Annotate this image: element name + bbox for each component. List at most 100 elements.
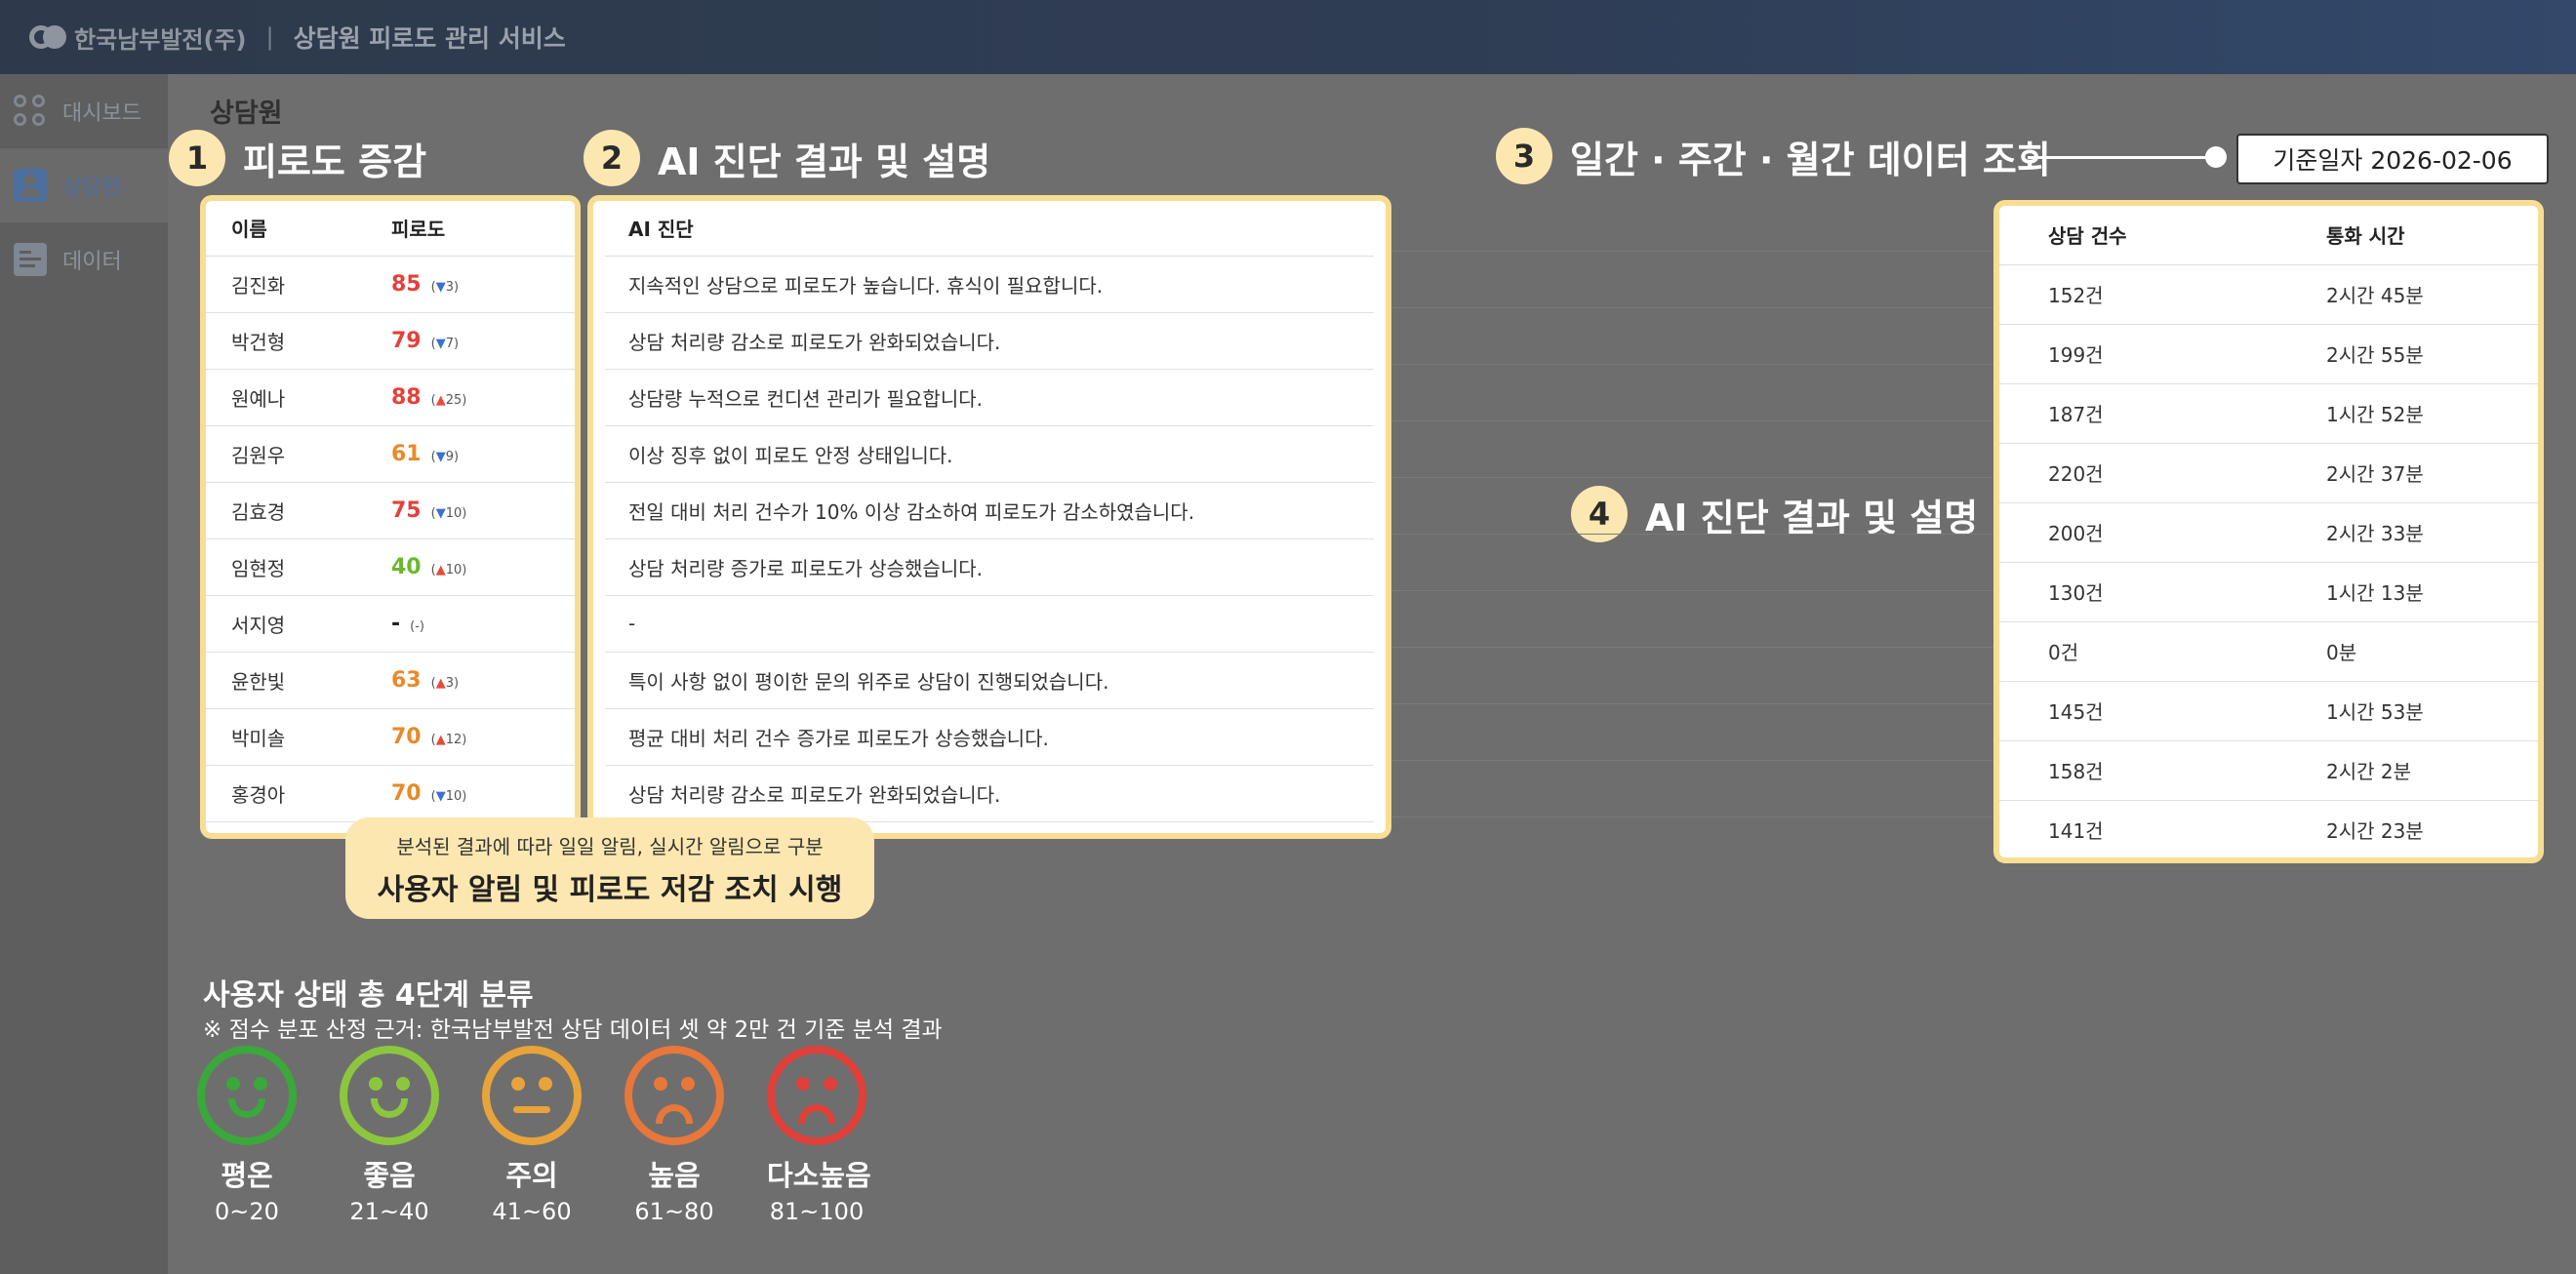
ai-diagnosis-text: 특이 사항 없이 평이한 문의 위주로 상담이 진행되었습니다. bbox=[605, 652, 1374, 709]
counselor-name: 윤한빛 bbox=[206, 652, 391, 709]
column-header-duration[interactable]: 통화 시간 bbox=[2277, 206, 2538, 265]
table-row[interactable]: 199건 2시간 55분 bbox=[1999, 324, 2538, 384]
table-row[interactable]: 158건 2시간 2분 bbox=[1999, 740, 2538, 801]
table-row[interactable]: 상담 처리량 감소로 피로도가 완화되었습니다. bbox=[605, 312, 1374, 370]
table-row[interactable]: 상담 처리량 증가로 피로도가 상승했습니다. bbox=[605, 538, 1374, 596]
table-row[interactable]: 상담 처리량 감소로 피로도가 완화되었습니다. bbox=[605, 765, 1374, 822]
table-row[interactable]: 김효경 75 (▼10) bbox=[206, 482, 575, 539]
table-row[interactable]: 상담량 누적으로 컨디션 관리가 필요합니다. bbox=[605, 369, 1374, 426]
fatigue-cell: 70 (▼10) bbox=[391, 765, 575, 822]
table-row[interactable]: 서지영 - (-) bbox=[206, 595, 575, 653]
change-value: 9 bbox=[445, 449, 454, 464]
consult-count: 130건 bbox=[1999, 562, 2277, 622]
table-row[interactable]: 홍경아 70 (▼10) bbox=[206, 765, 575, 822]
fatigue-change: (▼10) bbox=[430, 505, 467, 521]
column-header-count[interactable]: 상담 건수 bbox=[1999, 206, 2277, 265]
table-row[interactable]: 152건 2시간 45분 bbox=[1999, 264, 2538, 325]
change-direction-icon: ▼ bbox=[435, 505, 446, 521]
smile-face-icon bbox=[197, 1046, 297, 1145]
fatigue-score: 70 bbox=[391, 724, 422, 749]
fatigue-score: 61 bbox=[391, 441, 422, 466]
table-row[interactable]: 220건 2시간 37분 bbox=[1999, 443, 2538, 503]
fatigue-change: (▼7) bbox=[430, 336, 460, 351]
status-level-name: 주의 bbox=[505, 1159, 558, 1192]
fatigue-cell: 40 (▲10) bbox=[391, 538, 575, 596]
table-row[interactable]: 원예나 88 (▲25) bbox=[206, 369, 575, 426]
call-duration: 2시간 23분 bbox=[2277, 800, 2538, 857]
fatigue-change: (▼9) bbox=[430, 449, 460, 464]
change-direction-icon: ▼ bbox=[435, 788, 446, 804]
column-header-ai[interactable]: AI 진단 bbox=[605, 201, 1374, 257]
change-value: 10 bbox=[445, 788, 463, 804]
consult-count: 158건 bbox=[1999, 740, 2277, 801]
fatigue-change: (-) bbox=[410, 618, 424, 634]
table-row[interactable]: - bbox=[605, 595, 1374, 653]
brand-logo-icon bbox=[29, 23, 68, 51]
sidebar-item-data[interactable]: 데이터 bbox=[0, 222, 168, 297]
table-row[interactable]: 박건형 79 (▼7) bbox=[206, 312, 575, 370]
table-row[interactable]: 임현정 40 (▲10) bbox=[206, 538, 575, 596]
stats-table-card: 상담 건수 통화 시간 152건 2시간 45분 199건 2시간 55분 187건 1시… bbox=[1993, 200, 2544, 863]
call-duration: 1시간 13분 bbox=[2277, 562, 2538, 622]
fatigue-change: (▲10) bbox=[430, 562, 467, 577]
sidebar-item-counselor[interactable]: 상담원 bbox=[0, 148, 168, 222]
connector-dot bbox=[2205, 146, 2227, 168]
brand-separator: | bbox=[265, 23, 274, 51]
brand-name: 한국남부발전(주) bbox=[74, 25, 247, 54]
fatigue-cell: 79 (▼7) bbox=[391, 312, 575, 370]
flat-face-icon bbox=[482, 1046, 582, 1145]
table-row[interactable]: 이상 징후 없이 피로도 안정 상태입니다. bbox=[605, 425, 1374, 483]
counselor-name: 홍경아 bbox=[206, 765, 391, 822]
sidebar-item-dashboard[interactable]: 대시보드 bbox=[0, 74, 168, 148]
table-row[interactable]: 187건 1시간 52분 bbox=[1999, 383, 2538, 444]
table-row[interactable]: 0건 0분 bbox=[1999, 621, 2538, 682]
person-icon bbox=[14, 169, 47, 202]
call-duration: 2시간 33분 bbox=[2277, 502, 2538, 563]
ai-diagnosis-text: 전일 대비 처리 건수가 10% 이상 감소하여 피로도가 감소하였습니다. bbox=[605, 482, 1374, 539]
fatigue-cell: 61 (▼9) bbox=[391, 425, 575, 483]
consult-count: 152건 bbox=[1999, 264, 2277, 325]
ai-diagnosis-text: 지속적인 상담으로 피로도가 높습니다. 휴식이 필요합니다. bbox=[605, 256, 1374, 313]
consult-count: 0건 bbox=[1999, 621, 2277, 682]
call-duration: 1시간 53분 bbox=[2277, 681, 2538, 741]
table-row[interactable]: 지속적인 상담으로 피로도가 높습니다. 휴식이 필요합니다. bbox=[605, 256, 1374, 313]
status-level-item: 주의 41~60 bbox=[482, 1046, 624, 1225]
ai-diagnosis-text: 상담 처리량 증가로 피로도가 상승했습니다. bbox=[605, 538, 1374, 596]
call-duration: 2시간 37분 bbox=[2277, 443, 2538, 503]
call-duration: 1시간 52분 bbox=[2277, 383, 2538, 444]
change-value: - bbox=[415, 618, 420, 634]
table-row[interactable]: 윤한빛 63 (▲3) bbox=[206, 652, 575, 709]
table-row[interactable]: 200건 2시간 33분 bbox=[1999, 502, 2538, 563]
change-value: 12 bbox=[445, 732, 463, 747]
fatigue-change: (▲3) bbox=[430, 675, 460, 691]
ai-diagnosis-table: AI 진단 지속적인 상담으로 피로도가 높습니다. 휴식이 필요합니다. 상담 … bbox=[605, 201, 1374, 822]
fatigue-table: 이름 피로도 김진화 85 (▼3) 박건형 79 (▼7) 원예나 88 (▲25) 김원우 61… bbox=[206, 201, 575, 822]
table-row[interactable]: 김진화 85 (▼3) bbox=[206, 256, 575, 313]
fatigue-change: (▲12) bbox=[430, 732, 467, 747]
column-header-fatigue[interactable]: 피로도 bbox=[391, 201, 575, 257]
table-row[interactable]: 특이 사항 없이 평이한 문의 위주로 상담이 진행되었습니다. bbox=[605, 652, 1374, 709]
counselor-name: 박건형 bbox=[206, 312, 391, 370]
change-direction-icon: ▼ bbox=[435, 336, 446, 351]
fatigue-cell: 85 (▼3) bbox=[391, 256, 575, 313]
table-row[interactable]: 145건 1시간 53분 bbox=[1999, 681, 2538, 741]
table-row[interactable]: 130건 1시간 13분 bbox=[1999, 562, 2538, 622]
table-row[interactable]: 전일 대비 처리 건수가 10% 이상 감소하여 피로도가 감소하였습니다. bbox=[605, 482, 1374, 539]
connector-line bbox=[2028, 156, 2213, 159]
change-value: 7 bbox=[445, 336, 454, 351]
section-title: AI 진단 결과 및 설명 bbox=[658, 139, 991, 183]
frown-face-icon bbox=[624, 1046, 724, 1145]
column-header-name[interactable]: 이름 bbox=[206, 201, 391, 257]
table-row[interactable]: 141건 2시간 23분 bbox=[1999, 800, 2538, 857]
counselor-name: 김원우 bbox=[206, 425, 391, 483]
table-row[interactable]: 김원우 61 (▼9) bbox=[206, 425, 575, 483]
table-row[interactable]: 박미솔 70 (▲12) bbox=[206, 708, 575, 766]
section-1-label: 1 피로도 증감 bbox=[169, 130, 426, 186]
table-row[interactable]: 평균 대비 처리 건수 증가로 피로도가 상승했습니다. bbox=[605, 708, 1374, 766]
fatigue-change: (▼10) bbox=[430, 788, 467, 804]
reference-date-field[interactable]: 기준일자 2026-02-06 bbox=[2236, 134, 2549, 184]
change-value: 10 bbox=[445, 505, 463, 521]
fatigue-score: 85 bbox=[391, 271, 422, 297]
counselor-name: 김진화 bbox=[206, 256, 391, 313]
counselor-name: 서지영 bbox=[206, 595, 391, 653]
